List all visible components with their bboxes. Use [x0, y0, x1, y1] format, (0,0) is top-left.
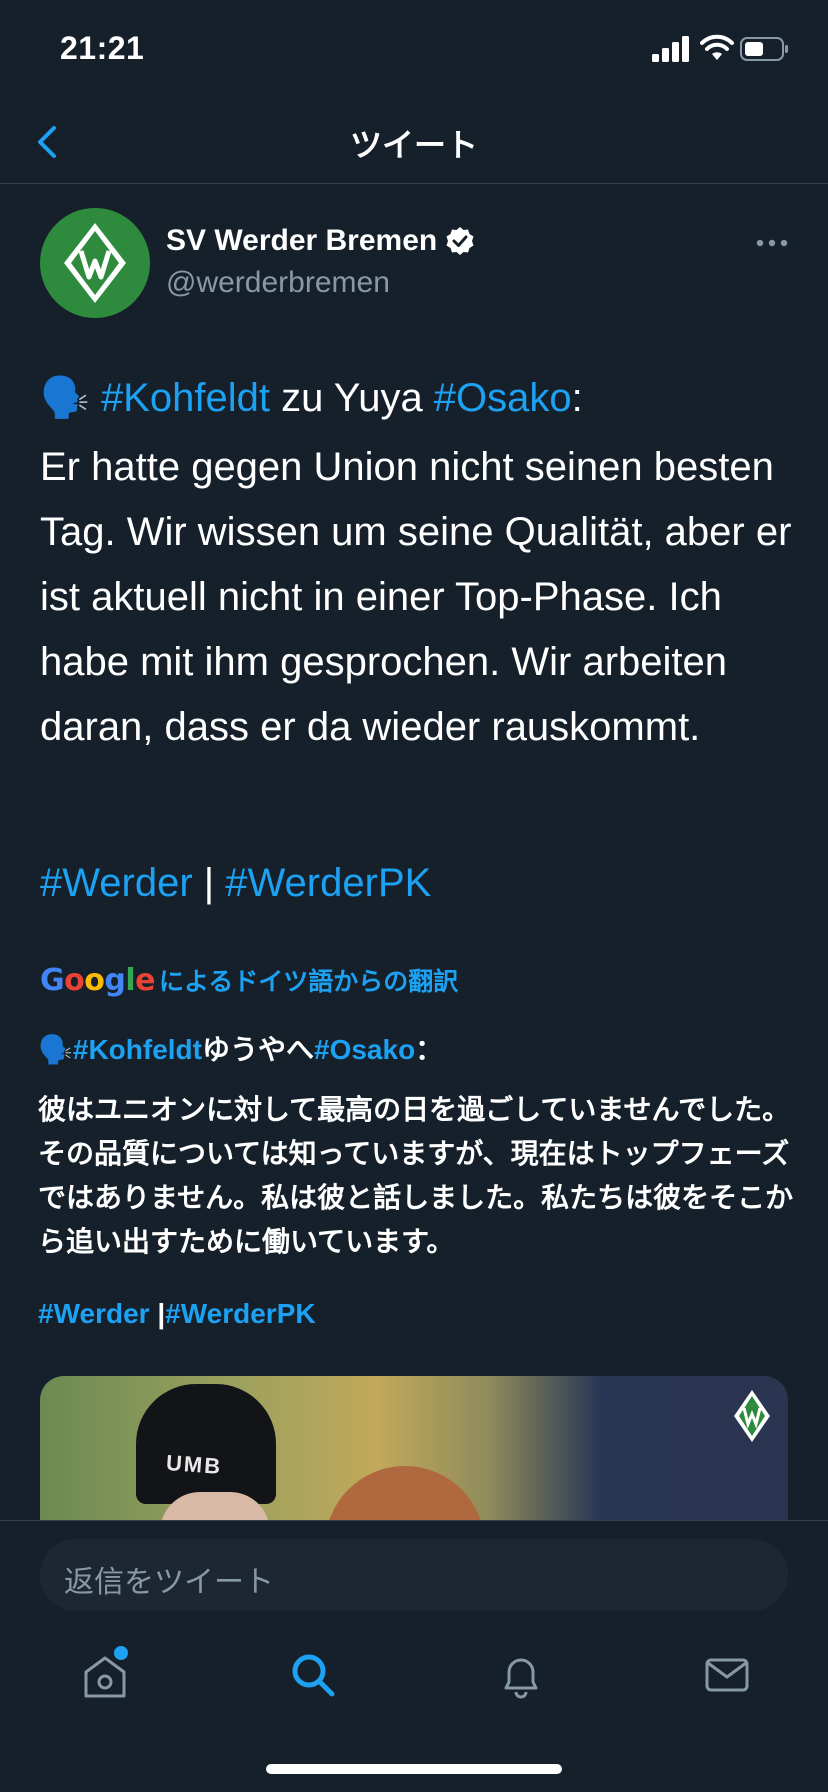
reply-area: 返信をツイート	[0, 1520, 828, 1611]
mail-icon[interactable]	[702, 1650, 752, 1700]
translated-first-line: 🗣️ #Kohfeldt ゆうやへ #Osako：	[38, 1030, 443, 1070]
tweet-hashtags: #Werder | #WerderPK	[40, 853, 431, 913]
page-title: ツイート	[349, 127, 478, 163]
translation-attribution[interactable]: Google によるドイツ語からの翻訳	[40, 962, 458, 998]
wifi-icon	[700, 34, 734, 60]
translated-hashtag-werderpk[interactable]: #WerderPK	[165, 1298, 315, 1329]
werder-logo-icon	[64, 223, 126, 303]
photo-person-beanie: UMB	[136, 1384, 276, 1504]
search-icon[interactable]	[288, 1650, 338, 1700]
tweet-media-image[interactable]: UMB	[40, 1376, 788, 1526]
tweet-mid-text: zu Yuya	[269, 376, 434, 420]
avatar[interactable]	[40, 208, 150, 318]
author-handle[interactable]: @werderbremen	[166, 266, 390, 300]
status-bar: 21:21	[0, 0, 828, 100]
google-logo: Google	[40, 962, 156, 998]
speaking-head-emoji-translated: 🗣️	[38, 1034, 73, 1065]
status-time: 21:21	[60, 30, 145, 66]
translated-hashtags: #Werder |#WerderPK	[38, 1294, 316, 1334]
cellular-signal-icon	[652, 36, 689, 62]
tweet-first-line: 🗣️ #Kohfeldt zu Yuya #Osako:	[40, 366, 800, 431]
home-notification-dot	[114, 1646, 128, 1660]
bell-icon[interactable]	[496, 1650, 546, 1700]
translated-body-text: 彼はユニオンに対して最高の日を過ごしていませんでした。その品質については知ってい…	[38, 1094, 794, 1257]
translated-colon: ：	[415, 1034, 444, 1065]
reply-input[interactable]: 返信をツイート	[40, 1539, 788, 1611]
hashtag-separator: |	[192, 861, 226, 905]
home-indicator	[266, 1764, 562, 1774]
translated-mid-text: ゆうやへ	[201, 1034, 314, 1065]
more-dots-icon[interactable]	[752, 228, 792, 258]
hashtag-werder[interactable]: #Werder	[40, 861, 193, 905]
speaking-head-emoji: 🗣️	[40, 376, 90, 420]
translated-separator: |	[149, 1298, 166, 1329]
reply-placeholder: 返信をツイート	[64, 1566, 274, 1599]
translated-hashtag-kohfeldt[interactable]: #Kohfeldt	[73, 1030, 202, 1070]
screen: 21:21 ツイート SV Werder Bremen @werderbreme…	[0, 0, 828, 1792]
nav-header: ツイート	[0, 100, 828, 184]
hashtag-kohfeldt[interactable]: #Kohfeldt	[101, 376, 270, 420]
werder-watermark-icon	[734, 1390, 770, 1442]
tweet-colon: :	[571, 376, 583, 420]
photo-person-hair	[325, 1466, 485, 1526]
verified-badge-icon	[446, 227, 474, 255]
tab-bar	[0, 1620, 828, 1740]
hashtag-osako[interactable]: #Osako	[434, 376, 572, 420]
hashtag-werderpk[interactable]: #WerderPK	[225, 861, 431, 905]
tweet-text: 🗣️ #Kohfeldt zu Yuya #Osako: Er hatte ge…	[40, 366, 800, 760]
translation-label[interactable]: によるドイツ語からの翻訳	[159, 962, 458, 998]
translated-hashtag-osako[interactable]: #Osako	[314, 1030, 415, 1070]
author-name[interactable]: SV Werder Bremen	[166, 224, 437, 258]
battery-icon	[740, 37, 788, 61]
beanie-brand-text: UMB	[165, 1450, 223, 1479]
tweet-body-text: Er hatte gegen Union nicht seinen besten…	[40, 445, 792, 749]
author-name-row[interactable]: SV Werder Bremen	[166, 224, 475, 258]
translated-hashtag-werder[interactable]: #Werder	[38, 1298, 150, 1329]
